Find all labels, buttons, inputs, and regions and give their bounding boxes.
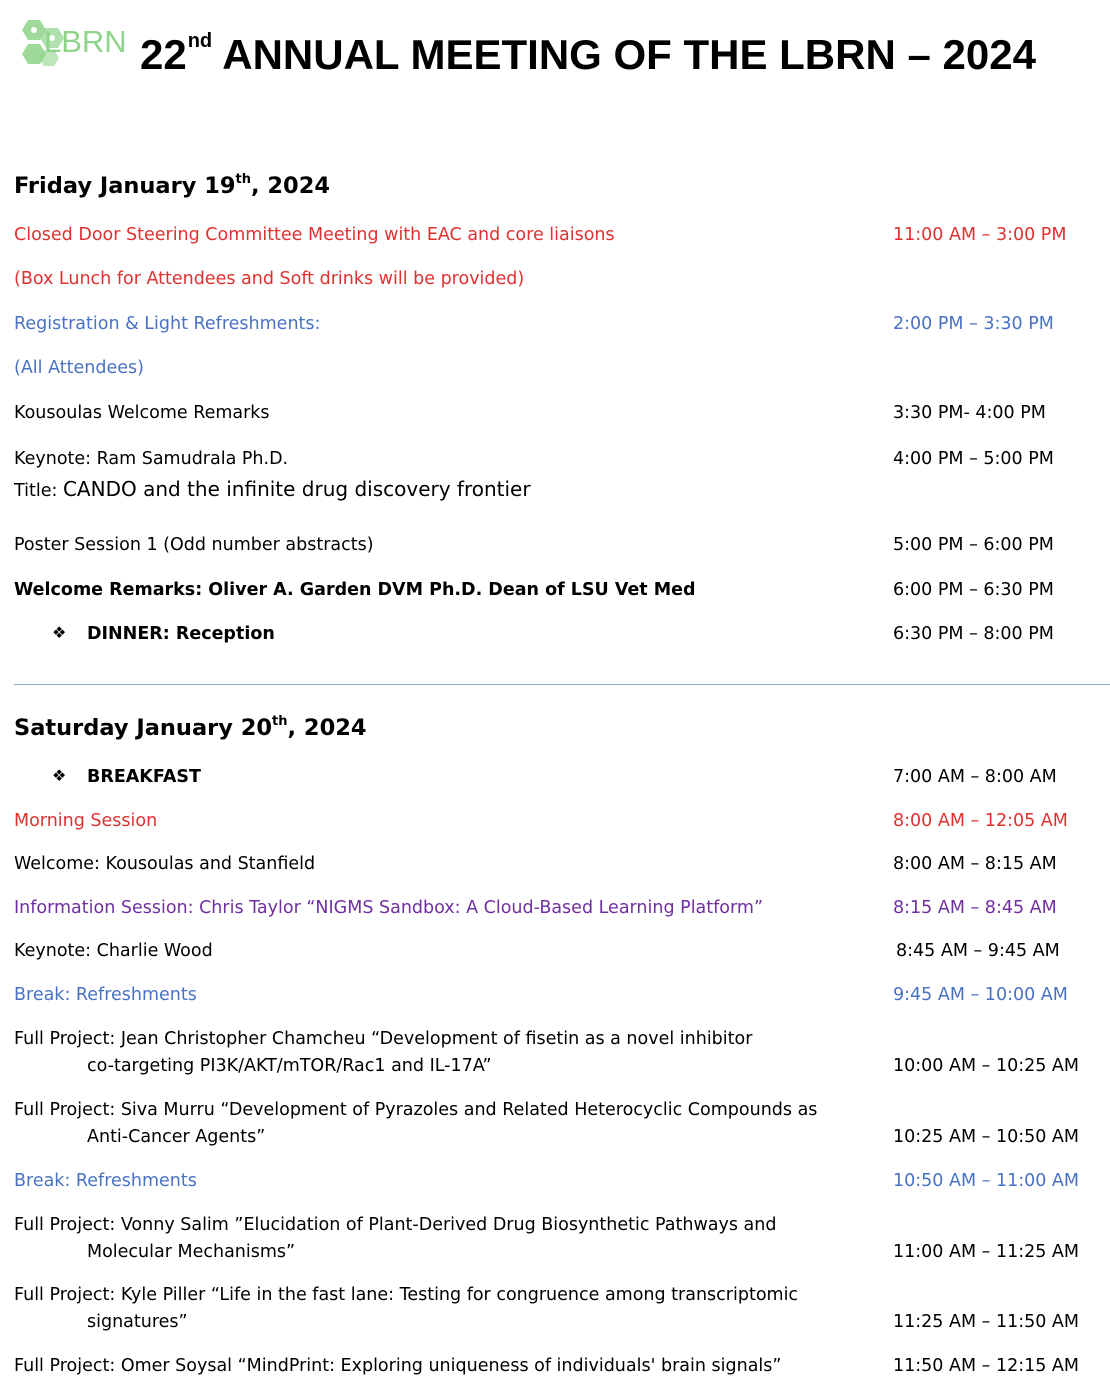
day2-heading: Saturday January 20th, 2024 xyxy=(14,714,367,741)
schedule-row: Full Project: Omer Soysal “MindPrint: Ex… xyxy=(14,1356,1080,1376)
schedule-row: Full Project: Jean Christopher Chamcheu … xyxy=(14,1029,1080,1076)
schedule-row: Full Project: Kyle Piller “Life in the f… xyxy=(14,1285,1080,1332)
schedule-row: Break: Refreshments 9:45 AM – 10:00 AM xyxy=(14,985,1068,1005)
keynote-title: Title: CANDO and the infinite drug disco… xyxy=(14,477,531,501)
page-title: 22nd ANNUAL MEETING OF THE LBRN – 2024 xyxy=(140,30,1036,78)
schedule-row: Registration & Light Refreshments: 2:00 P… xyxy=(14,314,1054,334)
schedule-row: Kousoulas Welcome Remarks 3:30 PM- 4:00 P… xyxy=(14,403,1046,423)
logo-text: LBRN xyxy=(44,24,127,59)
schedule-row: Keynote: Charlie Wood 8:45 AM – 9:45 AM xyxy=(14,941,1060,961)
schedule-row: Morning Session 8:00 AM – 12:05 AM xyxy=(14,811,1068,831)
section-divider xyxy=(14,684,1110,685)
schedule-note: (Box Lunch for Attendees and Soft drinks… xyxy=(14,269,525,289)
schedule-row: Welcome Remarks: Oliver A. Garden DVM Ph… xyxy=(14,580,1054,600)
schedule-row: ❖ DINNER: Reception 6:30 PM – 8:00 PM xyxy=(52,623,1054,644)
bullet-icon: ❖ xyxy=(52,766,67,785)
schedule-row: ❖ BREAKFAST 7:00 AM – 8:00 AM xyxy=(52,766,1057,787)
schedule-row: Closed Door Steering Committee Meeting w… xyxy=(14,225,1067,245)
bullet-icon: ❖ xyxy=(52,623,67,642)
day1-heading: Friday January 19th, 2024 xyxy=(14,172,331,199)
schedule-note: (All Attendees) xyxy=(14,358,144,378)
schedule-row: Full Project: Vonny Salim ”Elucidation o… xyxy=(14,1215,1080,1262)
schedule-row: Full Project: Siva Murru “Development of… xyxy=(14,1100,1080,1147)
schedule-row: Poster Session 1 (Odd number abstracts) 5… xyxy=(14,535,1054,555)
schedule-row: Break: Refreshments 10:50 AM – 11:00 AM xyxy=(14,1171,1080,1191)
schedule-row: Welcome: Kousoulas and Stanfield 8:00 AM … xyxy=(14,854,1057,874)
schedule-row: Information Session: Chris Taylor “NIGMS… xyxy=(14,898,1057,918)
